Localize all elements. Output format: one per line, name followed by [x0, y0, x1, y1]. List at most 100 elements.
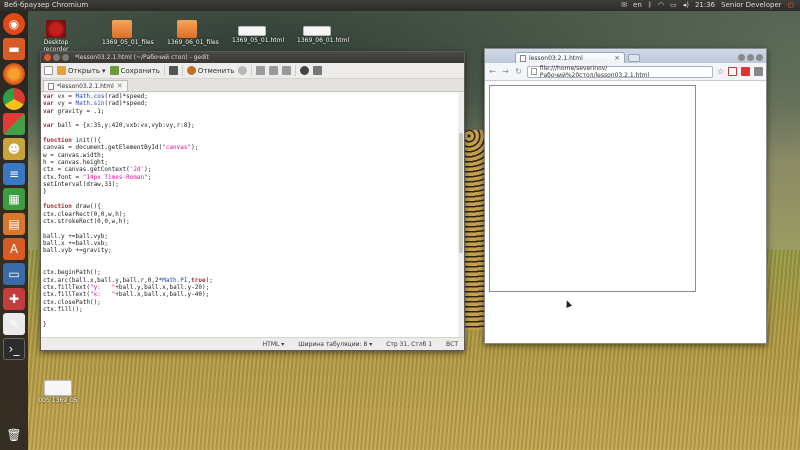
forward-arrow-icon[interactable]: → [501, 67, 510, 76]
code-line[interactable]: ctx.beginPath(); [43, 269, 462, 276]
bluetooth-icon[interactable]: ᛒ [648, 0, 652, 11]
code-line[interactable] [43, 262, 462, 269]
code-line[interactable]: } [43, 188, 462, 195]
code-line[interactable]: h = canvas.height; [43, 159, 462, 166]
session-power-icon[interactable]: ⏻ [788, 0, 794, 11]
scrollbar-thumb[interactable] [459, 133, 463, 253]
redo-button[interactable] [238, 66, 248, 75]
copy-button[interactable] [269, 66, 279, 75]
code-line[interactable]: ctx.fill(); [43, 306, 462, 313]
software-center-icon[interactable]: A [3, 238, 25, 260]
code-line[interactable]: } [43, 321, 462, 328]
libreoffice-calc-icon[interactable]: ▦ [3, 188, 25, 210]
code-line[interactable]: ctx.font = "14px Times-Roman"; [43, 174, 462, 181]
address-url[interactable]: file:///home/severinov/Рабочий%20стол/le… [540, 65, 709, 79]
code-line[interactable]: function draw(){ [43, 203, 462, 210]
clock[interactable]: 21:36 [695, 0, 715, 11]
keyboard-layout[interactable]: en [633, 0, 642, 11]
replace-button[interactable] [313, 66, 323, 75]
code-line[interactable]: ctx.clearRect(0,0,w,h); [43, 211, 462, 218]
code-line[interactable] [43, 130, 462, 137]
code-line[interactable]: setInterval(draw,33); [43, 181, 462, 188]
search-button[interactable] [300, 66, 310, 75]
code-line[interactable]: ctx = canvas.getContext('2d'); [43, 166, 462, 173]
libreoffice-writer-icon[interactable]: ≡ [3, 163, 25, 185]
home-folder-icon[interactable]: ▬ [3, 38, 25, 60]
desktop-icon-html[interactable]: 005 1369_05 [38, 380, 78, 404]
code-line[interactable]: ball.vyb +=gravity; [43, 247, 462, 254]
desktop-icon-html[interactable]: 1369_06_01.html [297, 26, 349, 44]
code-line[interactable]: var gravity = .1; [43, 108, 462, 115]
editor-scrollbar[interactable] [458, 93, 464, 338]
address-bar[interactable]: file:///home/severinov/Рабочий%20стол/le… [527, 65, 713, 79]
code-line[interactable] [43, 225, 462, 232]
code-line[interactable] [43, 313, 462, 320]
gedit-icon[interactable]: ✎ [3, 313, 25, 335]
code-text[interactable]: var vx = Math.cos(rad)*speed; var vy = Ma… [41, 93, 464, 328]
chromium-icon[interactable] [3, 88, 25, 110]
maximize-window-button[interactable] [747, 54, 754, 61]
code-line[interactable]: ctx.closePath(); [43, 299, 462, 306]
gimp-icon[interactable]: ☻ [3, 138, 25, 160]
display-settings-icon[interactable]: ▭ [3, 263, 25, 285]
tab-lesson-file[interactable]: *lesson03.2.1.html ✕ [43, 80, 128, 91]
print-button[interactable] [168, 66, 178, 75]
cut-button[interactable] [256, 66, 266, 75]
terminal-icon[interactable]: ›_ [3, 338, 25, 360]
maximize-window-button[interactable] [62, 54, 69, 61]
gmail-extension-icon[interactable] [728, 67, 737, 76]
battery-icon[interactable]: ▭ [670, 0, 677, 11]
wrench-menu-icon[interactable] [754, 67, 763, 76]
user-name[interactable]: Senior Developer [721, 0, 782, 11]
extension-icon[interactable] [741, 67, 750, 76]
system-tools-icon[interactable]: ✚ [3, 288, 25, 310]
gedit-titlebar[interactable]: *lesson03.2.1.html (~/Рабочий стол) - ge… [41, 52, 464, 63]
code-line[interactable]: ball.y +=ball.vyb; [43, 233, 462, 240]
new-tab-button[interactable] [628, 54, 640, 62]
color-app-icon[interactable] [3, 113, 25, 135]
code-line[interactable]: w = canvas.width; [43, 152, 462, 159]
reload-icon[interactable]: ↻ [514, 67, 523, 76]
tab-lesson-page[interactable]: lesson03.2.1.html × [515, 52, 625, 63]
close-tab-icon[interactable]: × [614, 54, 620, 62]
tab-width-selector[interactable]: Ширина табуляции: 8 ▾ [298, 341, 372, 348]
libreoffice-impress-icon[interactable]: ▤ [3, 213, 25, 235]
trash-icon[interactable]: 🗑 [3, 424, 25, 446]
code-line[interactable]: function init(){ [43, 137, 462, 144]
code-line[interactable] [43, 196, 462, 203]
desktop-icon-folder[interactable]: 1369_06_01_files [167, 20, 219, 46]
code-line[interactable]: ctx.fillText("y: "+ball.y,ball.x,ball.y-… [43, 284, 462, 291]
ubuntu-dash-icon[interactable]: ◉ [3, 13, 25, 35]
language-selector[interactable]: HTML ▾ [263, 341, 285, 348]
code-line[interactable]: canvas = document.getElementById("canvas… [43, 144, 462, 151]
wifi-icon[interactable]: ◠ [658, 0, 664, 11]
code-line[interactable] [43, 115, 462, 122]
code-editor[interactable]: var vx = Math.cos(rad)*speed; var vy = Ma… [41, 93, 464, 338]
minimize-window-button[interactable] [53, 54, 60, 61]
open-button[interactable]: Открыть ▾ [57, 66, 106, 75]
save-button[interactable]: Сохранить [109, 66, 160, 75]
canvas-area[interactable] [489, 85, 696, 292]
mail-icon[interactable]: ✉ [621, 0, 627, 11]
close-window-button[interactable] [44, 54, 51, 61]
close-window-button[interactable] [756, 54, 763, 61]
code-line[interactable]: ctx.arc(ball.x,ball.y,ball.r,0,2*Math.PI… [43, 277, 462, 284]
undo-button[interactable]: Отменить [186, 66, 234, 75]
code-line[interactable]: ball.x +=ball.vxb; [43, 240, 462, 247]
code-line[interactable] [43, 255, 462, 262]
close-tab-icon[interactable]: ✕ [117, 82, 123, 90]
back-arrow-icon[interactable]: ← [488, 67, 497, 76]
volume-icon[interactable]: ◂) [683, 0, 689, 11]
bookmark-star-icon[interactable]: ☆ [717, 67, 724, 76]
code-line[interactable]: var vx = Math.cos(rad)*speed; [43, 93, 462, 100]
code-line[interactable]: ctx.strokeRect(0,0,w,h); [43, 218, 462, 225]
paste-button[interactable] [282, 66, 292, 75]
firefox-icon[interactable] [3, 63, 25, 85]
new-document-button[interactable] [44, 66, 53, 75]
desktop-icon-recorder[interactable]: Desktop recorder [36, 20, 76, 53]
minimize-window-button[interactable] [738, 54, 745, 61]
code-line[interactable]: var ball = {x:35,y:420,vxb:vx,vyb:vy,r:8… [43, 122, 462, 129]
desktop-icon-html[interactable]: 1369_05_01.html [232, 26, 284, 44]
code-line[interactable]: ctx.fillText("x: "+ball.x,ball.x,ball.y-… [43, 291, 462, 298]
desktop-icon-folder[interactable]: 1369_05_01_files [102, 20, 154, 46]
